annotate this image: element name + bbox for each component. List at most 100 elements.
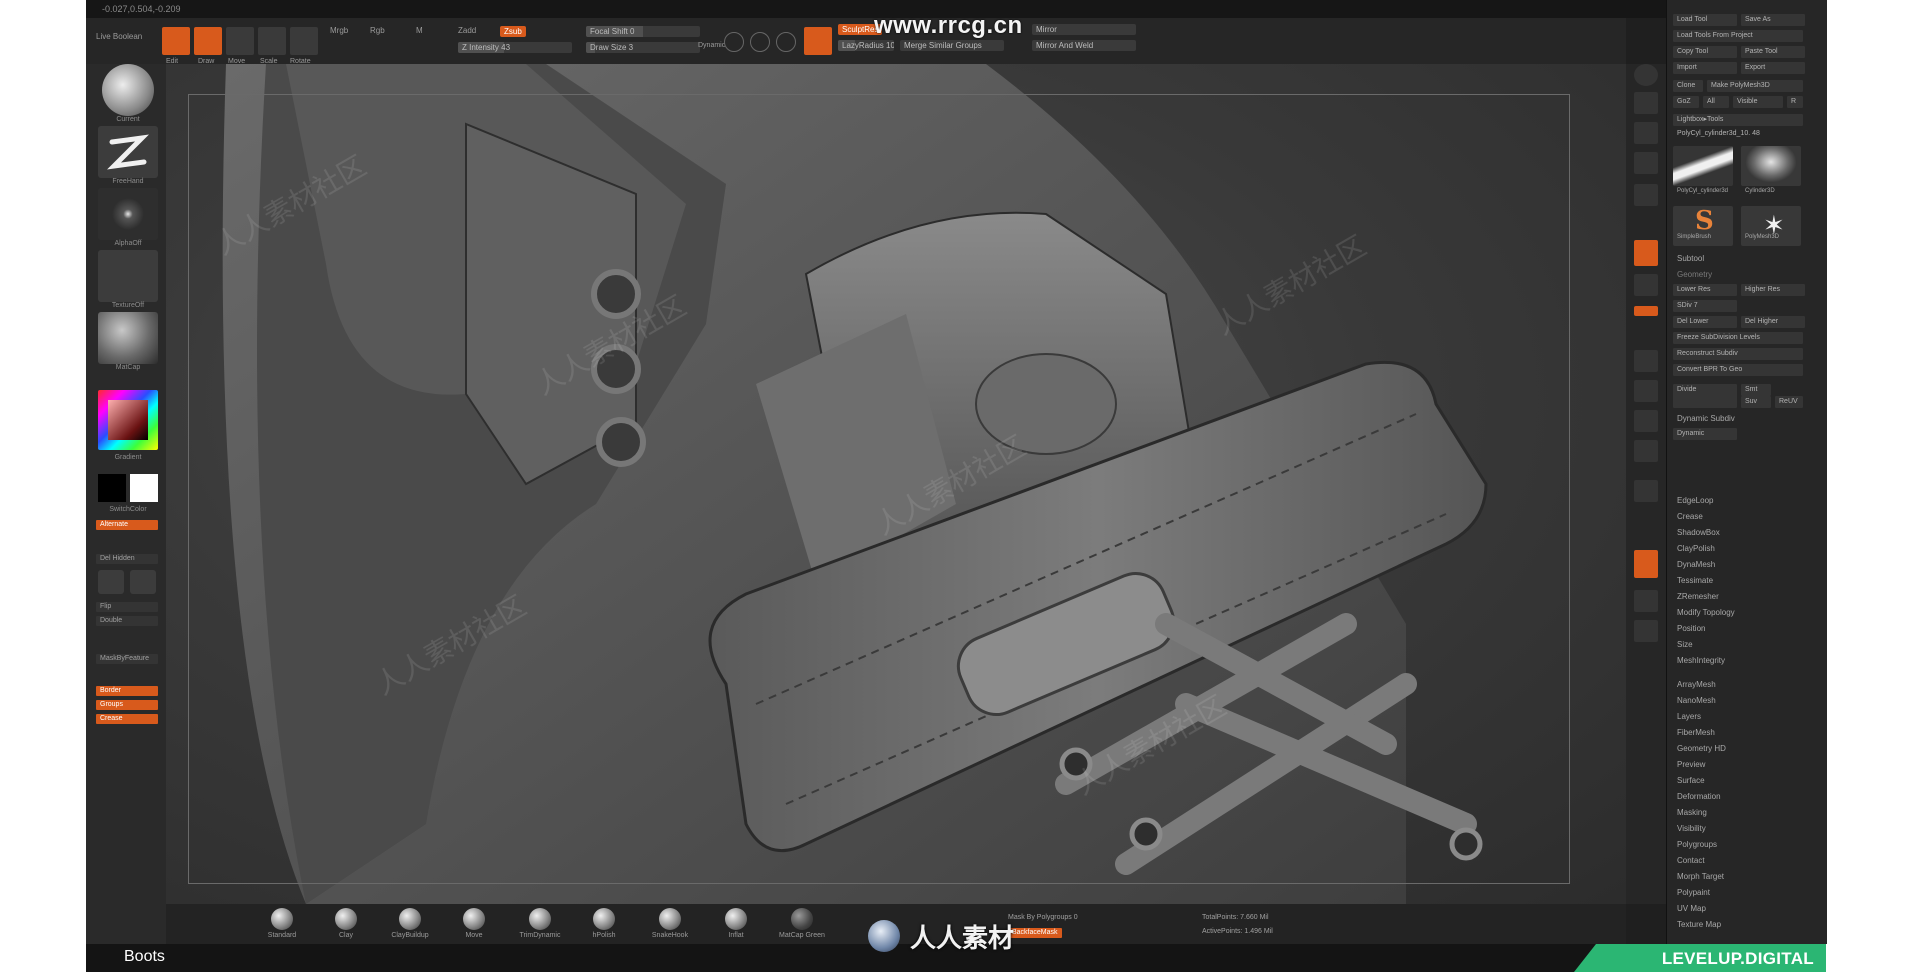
color-picker[interactable] (98, 390, 158, 450)
save-as-button[interactable]: Save As (1741, 14, 1805, 26)
convert-bpr-button[interactable]: Convert BPR To Geo (1673, 364, 1803, 376)
draw-size-slider[interactable]: Draw Size 3 (586, 42, 700, 53)
zsub-button[interactable]: Zsub (500, 26, 526, 37)
rotate3d-icon[interactable] (1634, 440, 1658, 462)
copy-tool-button[interactable]: Copy Tool (1673, 46, 1737, 58)
polyframe-icon[interactable] (776, 32, 796, 52)
lightbox-tools-button[interactable]: Lightbox▸Tools (1673, 114, 1803, 126)
move-button[interactable] (226, 27, 254, 55)
frame-icon[interactable] (1634, 350, 1658, 372)
tool-thumb-cylinder[interactable] (1741, 146, 1801, 186)
spotlight-icon[interactable] (750, 32, 770, 52)
secondary-color-swatch[interactable] (130, 474, 158, 502)
brush-matcap-green[interactable]: MatCap Green (774, 908, 830, 939)
current-tool-slider[interactable]: PolyCyl_cylinder3d_10. 48 (1673, 128, 1803, 140)
flip-button[interactable]: Flip (96, 602, 158, 612)
polyf-icon[interactable] (1634, 550, 1658, 578)
backface-mask-button[interactable]: BackfaceMask (1008, 928, 1062, 938)
load-tool-button[interactable]: Load Tool (1673, 14, 1737, 26)
layers-menu[interactable]: Layers (1677, 712, 1701, 721)
export-button[interactable]: Export (1741, 62, 1805, 74)
claypolish-menu[interactable]: ClayPolish (1677, 544, 1715, 553)
stroke-thumb[interactable] (98, 126, 158, 178)
mask-by-polygroups-slider[interactable]: Mask By Polygroups 0 (1008, 914, 1078, 921)
dynamesh-menu[interactable]: DynaMesh (1677, 560, 1715, 569)
brush-standard[interactable]: Standard (254, 908, 310, 939)
fibermesh-menu[interactable]: FiberMesh (1677, 728, 1715, 737)
zremesher-menu[interactable]: ZRemesher (1677, 592, 1719, 601)
texture-thumb[interactable] (98, 250, 158, 302)
dynamic-subdiv-toggle[interactable]: Dynamic (1673, 428, 1737, 440)
live-boolean-label[interactable]: Live Boolean (96, 32, 142, 41)
crease-menu[interactable]: Crease (1677, 512, 1703, 521)
groups-button[interactable]: Groups (96, 700, 158, 710)
make-polymesh-button[interactable]: Make PolyMesh3D (1707, 80, 1803, 92)
size-menu[interactable]: Size (1677, 640, 1693, 649)
shadowbox-menu[interactable]: ShadowBox (1677, 528, 1720, 537)
suv-button[interactable]: Suv (1741, 396, 1771, 408)
position-menu[interactable]: Position (1677, 624, 1705, 633)
edit-button[interactable] (162, 27, 190, 55)
brush-snakehook[interactable]: SnakeHook (642, 908, 698, 939)
geometry-hd-menu[interactable]: Geometry HD (1677, 744, 1726, 753)
alternate-button[interactable]: Alternate (96, 520, 158, 530)
m-button[interactable]: M (416, 26, 423, 35)
tool-thumb-polycyl[interactable] (1673, 146, 1733, 186)
clone-button[interactable]: Clone (1673, 80, 1703, 92)
sdiv-slider[interactable]: SDiv 7 (1673, 300, 1737, 312)
contact-menu[interactable]: Contact (1677, 856, 1705, 865)
move-view-icon[interactable] (1634, 380, 1658, 402)
higher-res-button[interactable]: Higher Res (1741, 284, 1805, 296)
visibility-menu[interactable]: Visibility (1677, 824, 1706, 833)
tool-thumb-polymesh[interactable]: ✶ (1741, 206, 1801, 246)
del-lower-button[interactable]: Del Lower (1673, 316, 1737, 328)
preview-menu[interactable]: Preview (1677, 760, 1705, 769)
focal-shift-slider[interactable]: Focal Shift 0 (586, 26, 700, 37)
edgeloop-menu[interactable]: EdgeLoop (1677, 496, 1713, 505)
brush-claybuildup[interactable]: ClayBuildup (382, 908, 438, 939)
rotate-button[interactable] (290, 27, 318, 55)
canvas-viewport[interactable]: 人人素材社区 人人素材社区 人人素材社区 人人素材社区 人人素材社区 人人素材社… (166, 64, 1626, 904)
tessimate-menu[interactable]: Tessimate (1677, 576, 1713, 585)
import-button[interactable]: Import (1673, 62, 1737, 74)
ghost-icon[interactable] (130, 570, 156, 594)
z-intensity-slider[interactable]: Z Intensity 43 (458, 42, 572, 53)
load-tools-from-project-button[interactable]: Load Tools From Project (1673, 30, 1803, 42)
dynamic-subdiv-menu[interactable]: Dynamic Subdiv (1677, 414, 1735, 423)
scale-button[interactable] (258, 27, 286, 55)
floor-icon[interactable] (1634, 240, 1658, 266)
lightbox-icon[interactable] (724, 32, 744, 52)
crease-button[interactable]: Crease (96, 714, 158, 724)
mask-by-feature-button[interactable]: MaskByFeature (96, 654, 158, 664)
zadd-button[interactable]: Zadd (458, 26, 476, 35)
dynamic-toggle[interactable]: Dynamic (698, 42, 725, 49)
masking-menu[interactable]: Masking (1677, 808, 1707, 817)
color-picker-square[interactable] (108, 400, 148, 440)
mrgb-button[interactable]: Mrgb (330, 26, 348, 35)
reuv-button[interactable]: ReUV (1775, 396, 1803, 408)
persp-icon[interactable] (1634, 184, 1658, 206)
deformation-menu[interactable]: Deformation (1677, 792, 1721, 801)
alpha-thumb[interactable] (98, 188, 158, 240)
brush-hpolish[interactable]: hPolish (576, 908, 632, 939)
sculptres-button[interactable] (804, 27, 832, 55)
smt-button[interactable]: Smt (1741, 384, 1771, 396)
visible-button[interactable]: Visible (1733, 96, 1783, 108)
paste-tool-button[interactable]: Paste Tool (1741, 46, 1805, 58)
draw-button[interactable] (194, 27, 222, 55)
all-button[interactable]: All (1703, 96, 1729, 108)
mirror-and-weld-button[interactable]: Mirror And Weld (1032, 40, 1136, 51)
transp-view-icon[interactable] (1634, 590, 1658, 612)
lower-res-button[interactable]: Lower Res (1673, 284, 1737, 296)
double-button[interactable]: Double (96, 616, 158, 626)
solo-icon[interactable] (1634, 620, 1658, 642)
lsym-icon[interactable] (1634, 306, 1658, 316)
brush-clay[interactable]: Clay (318, 908, 374, 939)
uv-map-menu[interactable]: UV Map (1677, 904, 1706, 913)
goz-button[interactable]: GoZ (1673, 96, 1699, 108)
arraymesh-menu[interactable]: ArrayMesh (1677, 680, 1716, 689)
r-button[interactable]: R (1787, 96, 1803, 108)
local-icon[interactable] (1634, 274, 1658, 296)
main-color-swatch[interactable] (98, 474, 126, 502)
freeze-subdivision-button[interactable]: Freeze SubDivision Levels (1673, 332, 1803, 344)
